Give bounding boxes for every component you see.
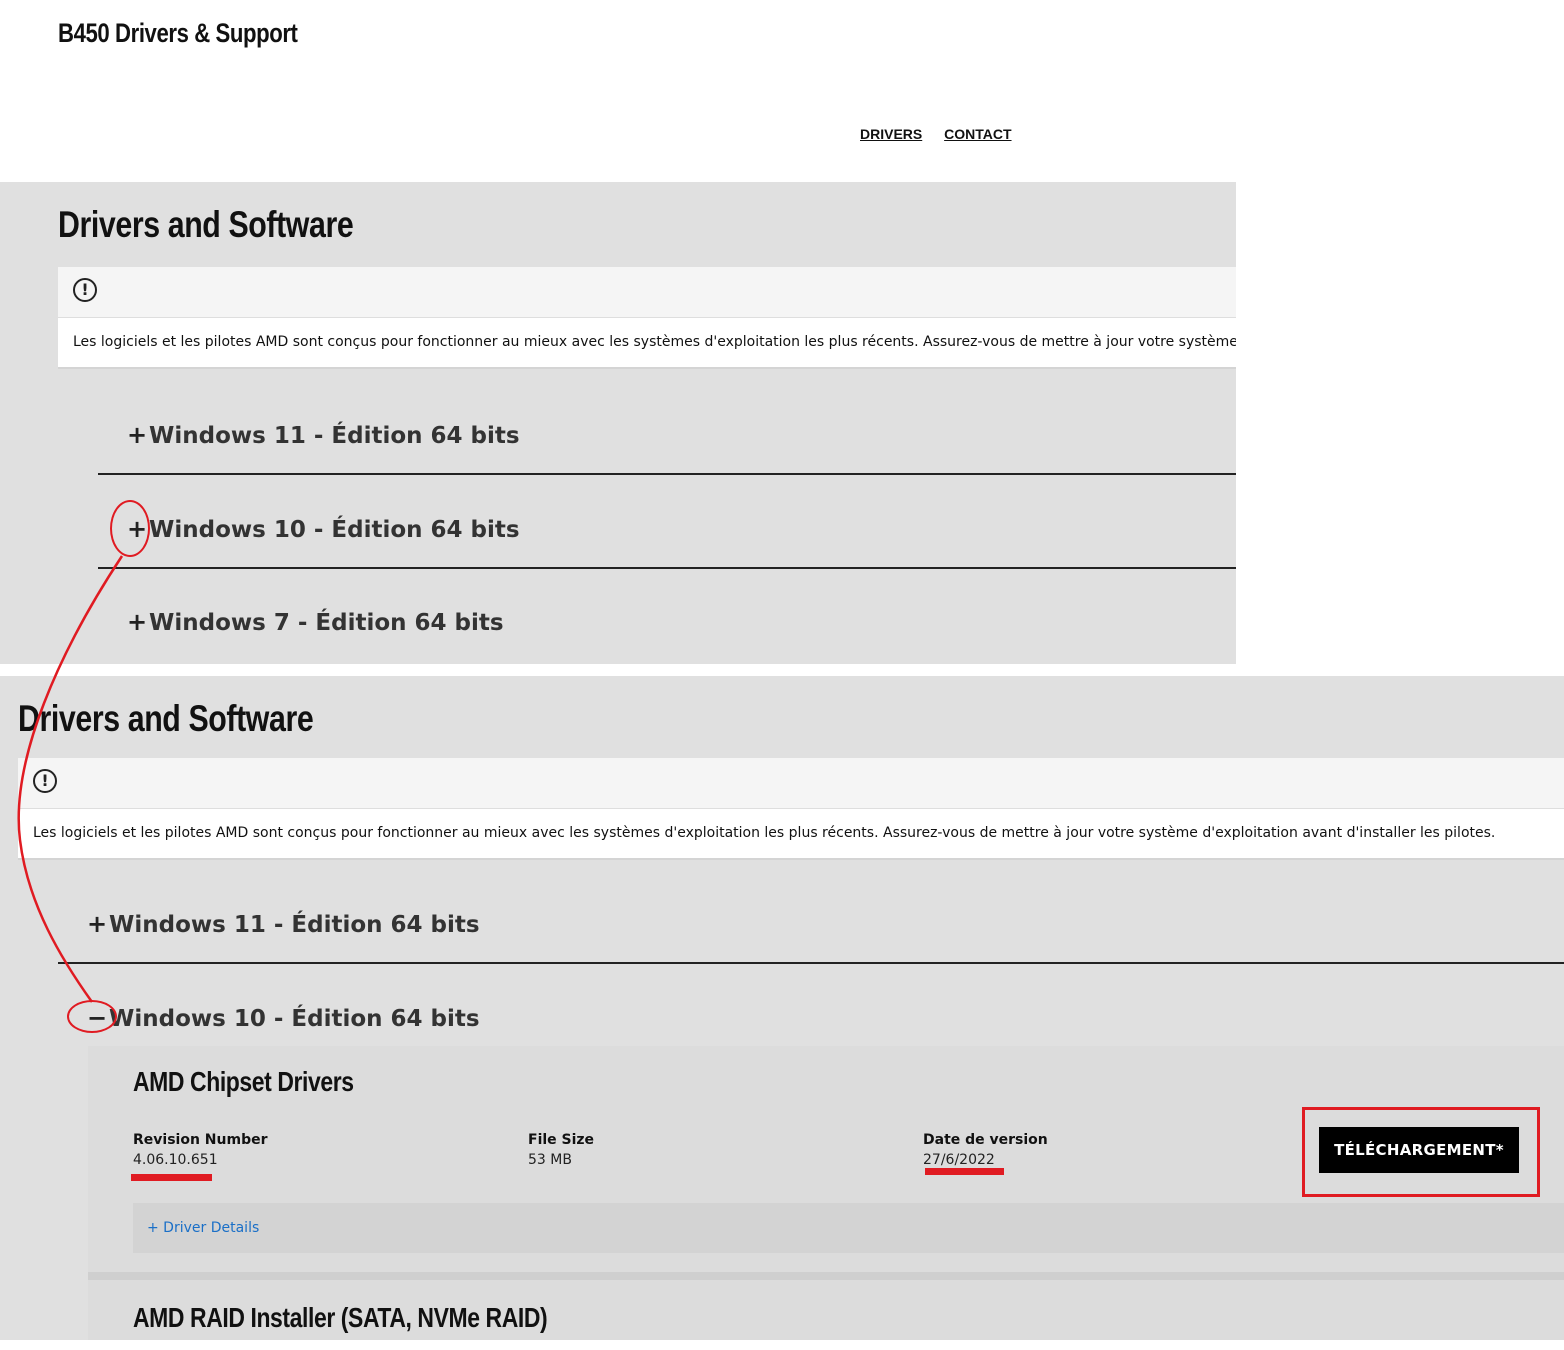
annotation-underline-date — [925, 1168, 1004, 1175]
annotation-underline-revision — [131, 1174, 212, 1181]
annotation-box-download — [1302, 1107, 1540, 1197]
